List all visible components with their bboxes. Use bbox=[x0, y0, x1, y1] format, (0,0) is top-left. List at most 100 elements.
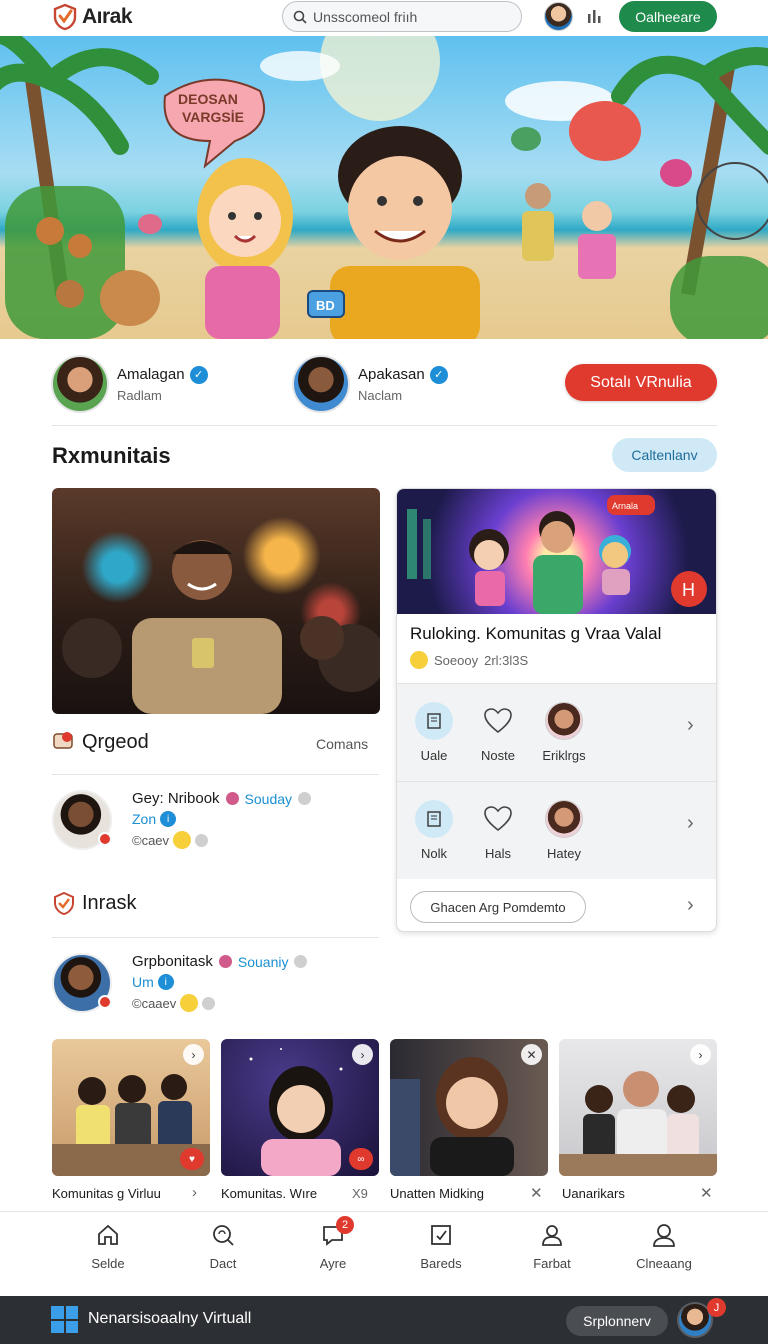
chevron-right-icon[interactable]: › bbox=[687, 714, 694, 737]
card-meta-name: Soeooy bbox=[434, 652, 479, 668]
heart-icon bbox=[479, 800, 517, 838]
document-icon bbox=[415, 800, 453, 838]
divider bbox=[52, 425, 717, 426]
chevron-right-icon[interactable]: › bbox=[687, 894, 694, 917]
close-icon[interactable]: ✕ bbox=[530, 1184, 543, 1202]
community-card[interactable]: Arnala H Ruloking. Komunitas g Vraa Vala… bbox=[396, 488, 717, 932]
section-label: Inrask bbox=[82, 891, 137, 914]
thumbnail-corner-icon[interactable]: › bbox=[352, 1044, 373, 1065]
subscribe-button[interactable]: Sotalı VRnulia bbox=[565, 364, 717, 401]
nav-label: Bareds bbox=[420, 1256, 462, 1271]
thumbnail-corner-icon[interactable]: › bbox=[183, 1044, 204, 1065]
shield-check-icon bbox=[54, 891, 74, 915]
nav-item-search[interactable]: Dact bbox=[178, 1222, 268, 1271]
nav-item-profile[interactable]: Clneaang bbox=[619, 1222, 709, 1271]
taskbar-button[interactable]: Srplonnerv bbox=[566, 1306, 668, 1336]
emoji-icon bbox=[173, 831, 192, 849]
card-title[interactable]: Ruloking. Komunitas g Vraa Valal bbox=[410, 624, 661, 644]
top-bar: Aırak Unsscomeol friıh Oalheeare bbox=[0, 0, 768, 36]
link-badge-icon: ∞ bbox=[349, 1148, 373, 1170]
windows-start-icon[interactable] bbox=[51, 1306, 78, 1333]
profile-card-2[interactable]: Apakasan ✓ Naclam bbox=[292, 355, 448, 413]
outline-action-button[interactable]: Ghacen Arg Pomdemto bbox=[410, 891, 586, 923]
profile-icon bbox=[653, 1224, 675, 1247]
action-item[interactable]: Nolk bbox=[399, 800, 469, 861]
taskbar: Nenarsisoaalny Virtuall Srplonnerv J bbox=[0, 1296, 768, 1344]
user-meta: Zon bbox=[132, 811, 157, 827]
user-avatar[interactable] bbox=[544, 2, 573, 31]
action-item[interactable]: Eriklrgs bbox=[529, 702, 599, 763]
flag-icon bbox=[218, 955, 232, 968]
card-badge-letter: H bbox=[682, 580, 695, 600]
chat-bubble-icon bbox=[53, 732, 73, 749]
user-name: Gey: Nribook bbox=[132, 790, 220, 807]
nav-label: Selde bbox=[91, 1256, 125, 1271]
emoji-icon bbox=[410, 651, 428, 669]
user-row[interactable]: Grpbonitask Souaniy Um i ©caaev bbox=[52, 953, 308, 1013]
divider bbox=[52, 774, 379, 775]
section-label: Qrgeod bbox=[82, 730, 149, 753]
search-input[interactable]: Unsscomeol friıh bbox=[282, 1, 522, 32]
section-label-trending: Qrgeod bbox=[52, 730, 149, 754]
avatar bbox=[545, 800, 583, 838]
hero-banner: DEOSAN VARGSİE BD bbox=[0, 36, 768, 339]
nav-label: Ayre bbox=[319, 1256, 347, 1271]
action-item[interactable]: Noste bbox=[463, 702, 533, 763]
user-handle: ©caaev bbox=[132, 995, 177, 1011]
thumbnail-caption[interactable]: Komunitas. Wıre bbox=[221, 1186, 317, 1201]
nav-item-boards[interactable]: Bareds bbox=[396, 1222, 486, 1271]
chart-icon[interactable] bbox=[586, 7, 604, 30]
verified-icon: i bbox=[160, 811, 177, 827]
action-item[interactable]: Hatey bbox=[529, 800, 599, 861]
document-icon bbox=[415, 702, 453, 740]
thumbnail-card[interactable]: ✕ bbox=[390, 1039, 548, 1176]
nav-item-home[interactable]: Selde bbox=[63, 1222, 153, 1271]
verified-icon: ✓ bbox=[189, 365, 208, 384]
thumbnail-corner-icon[interactable]: › bbox=[690, 1044, 711, 1065]
thumbnail-action-icon[interactable]: › bbox=[192, 1184, 197, 1201]
shield-logo-icon bbox=[53, 3, 77, 31]
nav-label: Dact bbox=[209, 1256, 237, 1271]
notification-badge: J bbox=[707, 1298, 726, 1317]
emoji-icon bbox=[180, 994, 199, 1012]
primary-cta-button[interactable]: Oalheeare bbox=[619, 1, 717, 32]
section-label-tasks: Inrask bbox=[52, 891, 136, 915]
app-logo[interactable]: Aırak bbox=[52, 3, 133, 31]
avatar bbox=[51, 355, 109, 413]
notification-badge: 2 bbox=[336, 1216, 354, 1234]
thumbnail-caption[interactable]: Unatten Midking bbox=[390, 1186, 484, 1201]
thumbnail-card[interactable]: › ♥ bbox=[52, 1039, 210, 1176]
live-indicator-icon bbox=[98, 832, 112, 846]
card-meta: Soeooy 2rl:3l3S bbox=[410, 651, 528, 669]
thumbnail-corner-icon[interactable]: ✕ bbox=[521, 1044, 542, 1065]
nav-item-chat[interactable]: 2 Ayre bbox=[288, 1216, 378, 1271]
info-icon bbox=[298, 792, 312, 805]
chevron-right-icon[interactable]: › bbox=[687, 812, 694, 835]
live-indicator-icon bbox=[98, 995, 112, 1009]
home-icon bbox=[98, 1224, 118, 1245]
thumbnail-action-icon[interactable]: X9 bbox=[352, 1186, 368, 1201]
thumbnail-caption[interactable]: Uanarikars bbox=[562, 1186, 625, 1201]
user-tag[interactable]: Souaniy bbox=[238, 954, 289, 970]
comments-link[interactable]: Comans bbox=[316, 736, 368, 752]
calendar-button[interactable]: Caltenlanv bbox=[612, 438, 717, 472]
thumbnail-card[interactable]: › ∞ bbox=[221, 1039, 379, 1176]
thumbnail-caption[interactable]: Komunitas g Virluu bbox=[52, 1186, 161, 1201]
thumbnail-card[interactable]: › bbox=[559, 1039, 717, 1176]
nav-item-user[interactable]: Farbat bbox=[507, 1222, 597, 1271]
user-tag[interactable]: Souday bbox=[245, 791, 292, 807]
taskbar-title[interactable]: Nenarsisoaalny Virtuall bbox=[88, 1310, 251, 1328]
card-actions-row-2: Nolk Hals Hatey › bbox=[397, 781, 716, 879]
nav-label: Farbat bbox=[533, 1256, 571, 1271]
user-row[interactable]: Gey: Nribook Souday Zon i ©caev bbox=[52, 790, 312, 850]
action-label: Noste bbox=[481, 748, 515, 763]
close-icon[interactable]: ✕ bbox=[700, 1184, 713, 1202]
action-item[interactable]: Uale bbox=[399, 702, 469, 763]
edit-box-icon bbox=[431, 1225, 451, 1245]
profile-name: Apakasan bbox=[358, 366, 425, 383]
divider bbox=[52, 937, 379, 938]
action-item[interactable]: Hals bbox=[463, 800, 533, 861]
profile-card-1[interactable]: Amalagan ✓ Radlam bbox=[51, 355, 208, 413]
featured-photo[interactable] bbox=[52, 488, 380, 714]
heart-badge-icon: ♥ bbox=[180, 1148, 204, 1170]
